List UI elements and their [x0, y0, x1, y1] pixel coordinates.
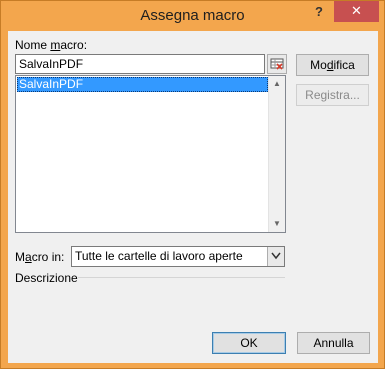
help-button[interactable]: ? [306, 1, 332, 23]
ok-button[interactable]: OK [212, 332, 286, 354]
close-button[interactable]: ✕ [334, 1, 379, 22]
title-bar[interactable]: Assegna macro ? ✕ [1, 1, 384, 31]
macro-in-label: Macro in: [15, 250, 65, 264]
range-select-icon [270, 58, 284, 70]
macro-in-select[interactable]: Tutte le cartelle di lavoro aperte [71, 246, 285, 267]
macro-list[interactable]: SalvaInPDF ▲ ▼ [15, 75, 286, 233]
macro-name-input[interactable]: SalvaInPDF [15, 54, 265, 74]
modifica-button[interactable]: Modifica [296, 54, 369, 76]
registra-button[interactable]: Registra... [296, 84, 369, 106]
macro-in-value: Tutte le cartelle di lavoro aperte [75, 249, 243, 263]
description-label: Descrizione [15, 271, 78, 285]
range-select-button[interactable] [267, 54, 287, 74]
scroll-up-icon[interactable]: ▲ [269, 76, 285, 92]
scroll-down-icon[interactable]: ▼ [269, 216, 285, 232]
dialog-body: Nome macro: SalvaInPDF SalvaInPDF ▲ ▼ Mo… [8, 31, 378, 363]
chevron-down-icon[interactable] [267, 247, 284, 266]
macro-name-label: Nome macro: [15, 38, 88, 52]
description-separator [78, 277, 285, 278]
annulla-button[interactable]: Annulla [297, 332, 370, 354]
vertical-scrollbar[interactable]: ▲ ▼ [268, 76, 285, 232]
list-item[interactable]: SalvaInPDF [17, 77, 268, 92]
assign-macro-dialog: Assegna macro ? ✕ Nome macro: SalvaInPDF… [0, 0, 385, 369]
